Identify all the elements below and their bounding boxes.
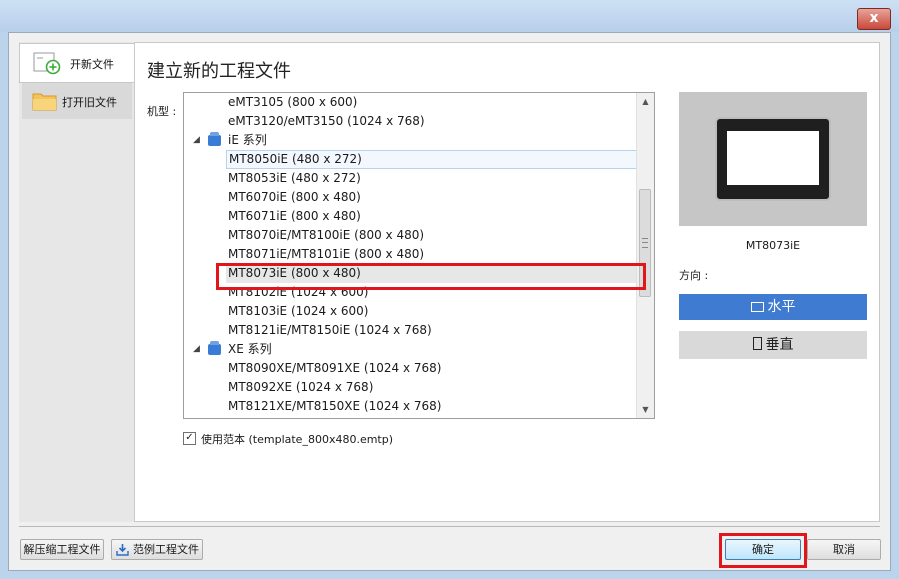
tree-item-label: MT8121iE/MT8150iE (1024 x 768)	[228, 323, 432, 337]
nav-open-project-label: 打开旧文件	[62, 96, 117, 109]
device-preview	[679, 92, 867, 226]
close-icon: x	[869, 10, 879, 26]
nav-open-project[interactable]: 打开旧文件	[22, 83, 132, 119]
examples-label: 范例工程文件	[133, 543, 199, 556]
tree-item[interactable]: eMT3120/eMT3150 (1024 x 768)	[226, 112, 654, 131]
tree-item-label: MT8050iE (480 x 272)	[229, 152, 362, 166]
landscape-icon	[750, 302, 764, 312]
template-checkbox-label: 使用范本 (template_800x480.emtp)	[201, 433, 394, 446]
series-icon	[208, 341, 221, 355]
examples-button[interactable]: 范例工程文件	[111, 539, 203, 560]
tree-item-label: MT8092XE (1024 x 768)	[228, 380, 374, 394]
tree-scrollbar[interactable]: ▲ ▼	[636, 93, 654, 418]
tree-item[interactable]: MT8103iE (1024 x 600)	[226, 302, 654, 321]
tree-item[interactable]: MT6071iE (800 x 480)	[226, 207, 654, 226]
tree-item-label: eMT3120/eMT3150 (1024 x 768)	[228, 114, 425, 128]
tree-item-label: MT8071iE/MT8101iE (800 x 480)	[228, 247, 425, 261]
nav-new-project-label: 开新文件	[70, 58, 114, 71]
tree-item-label: MT8121XE/MT8150XE (1024 x 768)	[228, 399, 442, 413]
series-icon	[208, 132, 221, 146]
preview-model-name: MT8073iE	[679, 237, 867, 254]
tree-item-label: MT8070iE/MT8100iE (800 x 480)	[228, 228, 425, 242]
decompress-label: 解压缩工程文件	[23, 543, 101, 556]
tree-item-label: MT6070iE (800 x 480)	[228, 190, 361, 204]
tree-item[interactable]: MT8070iE/MT8100iE (800 x 480)	[226, 226, 654, 245]
tree-group-label: iE 系列	[228, 133, 267, 147]
dialog-client: 开新文件 打开旧文件 建立新的工程文件 机型 : eMT3105 (800 x …	[8, 32, 891, 571]
ok-highlight	[719, 533, 807, 568]
tree-item-label: MT8103iE (1024 x 600)	[228, 304, 369, 318]
expand-arrow-icon[interactable]: ◢	[193, 131, 200, 150]
template-checkbox[interactable]: ✓	[183, 432, 196, 445]
dialog-window: x 开新文件 打开旧文件 建立新的工程文件 机型 : eMT3105 (800 …	[0, 0, 899, 579]
tree-item-label: MT8053iE (480 x 272)	[228, 171, 361, 185]
model-label: 机型 :	[147, 105, 177, 118]
horizontal-label: 水平	[767, 299, 796, 315]
tree-group-label: XE 系列	[228, 342, 272, 356]
selected-model-highlight	[216, 263, 646, 290]
tree-group[interactable]: ◢ iE 系列	[184, 131, 638, 150]
tree-item-label: MT6071iE (800 x 480)	[228, 209, 361, 223]
cancel-button[interactable]: 取消	[807, 539, 881, 560]
scroll-down-icon[interactable]: ▼	[637, 401, 654, 418]
vertical-button[interactable]: 垂直	[679, 331, 867, 359]
title-bar[interactable]	[0, 0, 899, 32]
tree-item[interactable]: MT8050iE (480 x 272)	[226, 150, 638, 169]
tree-item[interactable]: MT8090XE/MT8091XE (1024 x 768)	[226, 359, 654, 378]
new-file-icon	[33, 52, 61, 75]
tree-item[interactable]: MT6070iE (800 x 480)	[226, 188, 654, 207]
download-icon	[116, 544, 129, 556]
device-image	[715, 117, 831, 201]
decompress-button[interactable]: 解压缩工程文件	[20, 539, 104, 560]
tree-item[interactable]: eMT3105 (800 x 600)	[226, 93, 654, 112]
main-panel: 建立新的工程文件 机型 : eMT3105 (800 x 600) eMT3120…	[134, 42, 880, 522]
folder-icon	[32, 93, 57, 111]
cancel-label: 取消	[833, 543, 855, 556]
page-title: 建立新的工程文件	[147, 61, 291, 82]
nav-new-project[interactable]: 开新文件	[19, 43, 135, 83]
horizontal-button[interactable]: 水平	[679, 294, 867, 320]
portrait-icon	[752, 337, 762, 350]
model-tree[interactable]: eMT3105 (800 x 600) eMT3120/eMT3150 (1024…	[183, 92, 655, 419]
tree-item[interactable]: MT8121iE/MT8150iE (1024 x 768)	[226, 321, 654, 340]
close-button[interactable]: x	[857, 8, 891, 30]
tree-item-label: eMT3105 (800 x 600)	[228, 95, 358, 109]
orientation-label: 方向 :	[679, 269, 709, 282]
grip-icon	[642, 238, 648, 248]
expand-arrow-icon[interactable]: ◢	[193, 340, 200, 359]
vertical-label: 垂直	[765, 337, 794, 353]
tree-item[interactable]: MT8071iE/MT8101iE (800 x 480)	[226, 245, 654, 264]
tree-item[interactable]: MT8092XE (1024 x 768)	[226, 378, 654, 397]
check-icon: ✓	[185, 432, 194, 443]
tree-item[interactable]: MT8121XE/MT8150XE (1024 x 768)	[226, 397, 654, 416]
scroll-up-icon[interactable]: ▲	[637, 93, 654, 110]
device-screen	[727, 131, 819, 185]
footer-divider	[19, 526, 880, 527]
tree-item-label: MT8090XE/MT8091XE (1024 x 768)	[228, 361, 442, 375]
tree-item[interactable]: MT8053iE (480 x 272)	[226, 169, 654, 188]
tree-group[interactable]: ◢ XE 系列	[184, 340, 638, 359]
